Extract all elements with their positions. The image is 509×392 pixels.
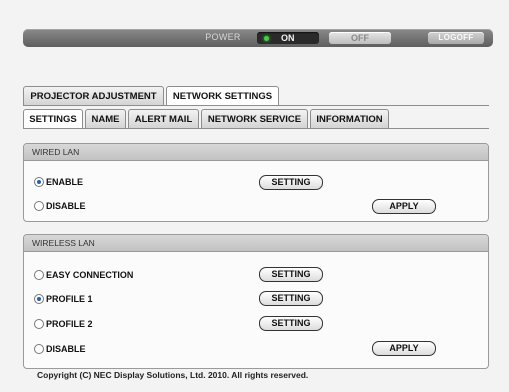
wired-disable-label: DISABLE: [46, 201, 86, 211]
sub-tab-divider: [23, 128, 489, 129]
tab-network-settings[interactable]: NETWORK SETTINGS: [166, 86, 279, 105]
wireless-easy-connection-label: EASY CONNECTION: [46, 270, 134, 280]
wireless-easy-connection-option[interactable]: EASY CONNECTION: [34, 268, 234, 282]
logoff-button[interactable]: LOGOFF: [428, 32, 484, 44]
main-tab-divider: [23, 105, 489, 106]
wireless-easy-connection-radio[interactable]: [34, 270, 44, 280]
wireless-profile-1-radio[interactable]: [34, 294, 44, 304]
wired-disable-option[interactable]: DISABLE: [34, 199, 234, 213]
tab-alert-mail[interactable]: ALERT MAIL: [128, 109, 199, 128]
wireless-disable-option[interactable]: DISABLE: [34, 342, 234, 356]
tab-projector-adjustment[interactable]: PROJECTOR ADJUSTMENT: [23, 86, 164, 105]
power-off-button[interactable]: OFF: [329, 32, 391, 44]
wired-enable-radio[interactable]: [34, 177, 44, 187]
power-on-button[interactable]: ON: [257, 32, 319, 44]
wireless-profile-2-label: PROFILE 2: [46, 319, 93, 329]
copyright-text: Copyright (C) NEC Display Solutions, Ltd…: [37, 370, 309, 380]
power-label: POWER: [205, 32, 241, 42]
tab-settings[interactable]: SETTINGS: [23, 109, 83, 128]
tab-network-service[interactable]: NETWORK SERVICE: [201, 109, 308, 128]
power-bar: POWER ON OFF LOGOFF: [23, 29, 493, 47]
tab-information[interactable]: INFORMATION: [310, 109, 389, 128]
wired-setting-button[interactable]: SETTING: [259, 175, 323, 190]
wired-enable-label: ENABLE: [46, 177, 84, 187]
wired-disable-radio[interactable]: [34, 201, 44, 211]
wireless-profile-2-radio[interactable]: [34, 319, 44, 329]
wireless-disable-radio[interactable]: [34, 344, 44, 354]
wireless-lan-title: WIRELESS LAN: [24, 235, 488, 252]
wired-lan-section: WIRED LAN ENABLE SETTING DISABLE APPLY: [23, 143, 489, 222]
easy-connection-setting-button[interactable]: SETTING: [259, 267, 323, 282]
wired-enable-option[interactable]: ENABLE: [34, 175, 474, 189]
wireless-lan-section: WIRELESS LAN EASY CONNECTION SETTING PRO…: [23, 234, 489, 369]
power-status-indicator-icon: [264, 36, 269, 41]
wired-lan-title: WIRED LAN: [24, 144, 488, 161]
wireless-disable-label: DISABLE: [46, 344, 86, 354]
wireless-apply-button[interactable]: APPLY: [372, 341, 436, 356]
wireless-profile-2-option[interactable]: PROFILE 2: [34, 317, 234, 331]
tab-name[interactable]: NAME: [85, 109, 126, 128]
web-page: POWER ON OFF LOGOFF PROJECTOR ADJUSTMENT…: [0, 0, 509, 392]
power-on-label: ON: [281, 33, 295, 43]
wireless-profile-1-option[interactable]: PROFILE 1: [34, 292, 234, 306]
wired-apply-button[interactable]: APPLY: [372, 199, 436, 214]
wireless-profile-1-label: PROFILE 1: [46, 294, 93, 304]
profile-2-setting-button[interactable]: SETTING: [259, 316, 323, 331]
profile-1-setting-button[interactable]: SETTING: [259, 291, 323, 306]
